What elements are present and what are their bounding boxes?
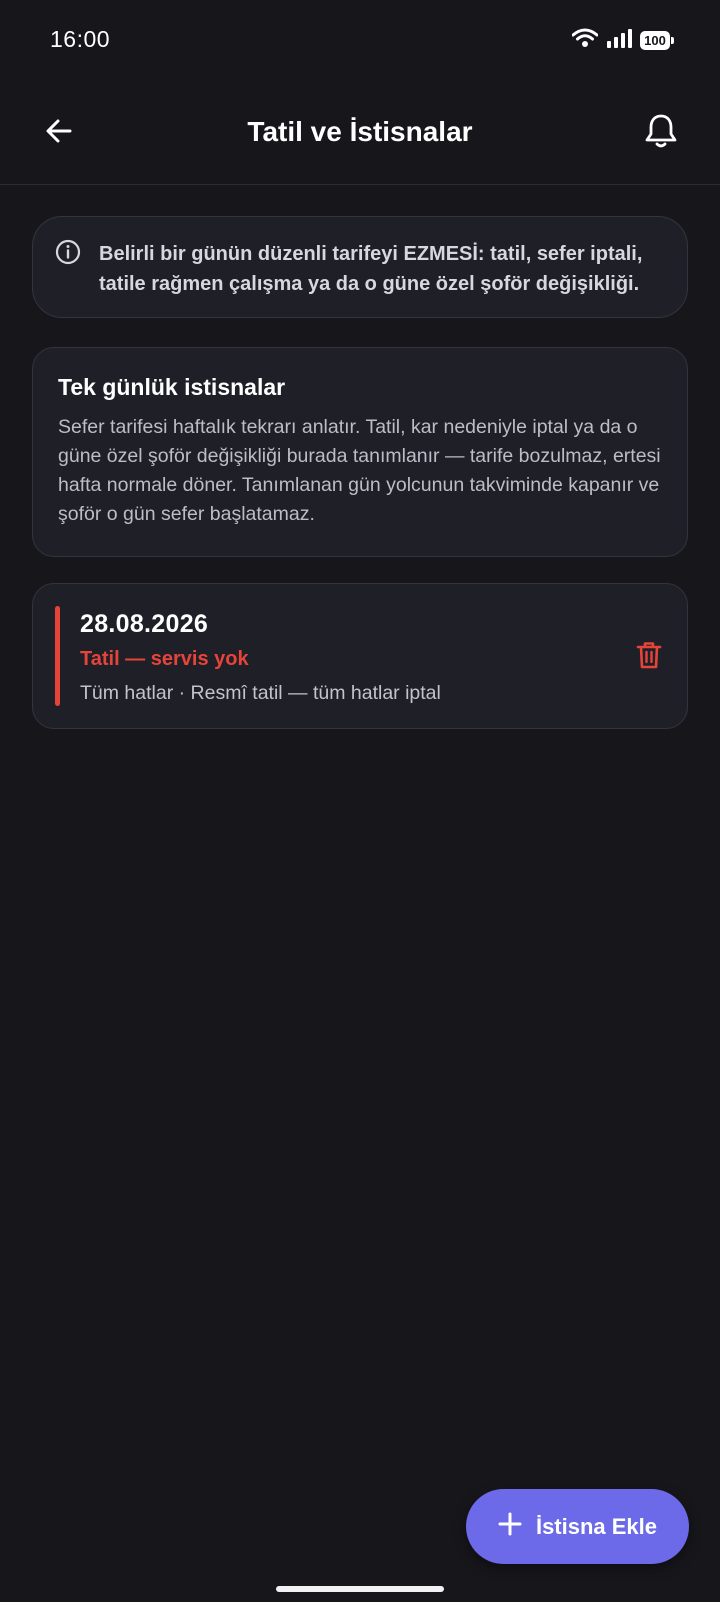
info-icon	[55, 239, 81, 270]
description-card: Tek günlük istisnalar Sefer tarifesi haf…	[32, 347, 688, 557]
add-exception-button[interactable]: İstisna Ekle	[466, 1489, 689, 1564]
battery-icon: 100	[640, 31, 674, 50]
status-bar: 16:00 100	[0, 0, 720, 84]
trash-icon	[636, 640, 662, 675]
status-icons: 100	[571, 28, 674, 53]
info-banner: Belirli bir günün düzenli tarifeyi EZMES…	[32, 216, 688, 318]
exception-type: Tatil — servis yok	[80, 648, 249, 670]
page-title: Tatil ve İstisnalar	[247, 116, 473, 147]
notifications-button[interactable]	[638, 110, 684, 156]
app-header: Tatil ve İstisnalar	[0, 84, 720, 185]
delete-exception-button[interactable]	[631, 638, 667, 676]
info-text: Belirli bir günün düzenli tarifeyi EZMES…	[99, 243, 643, 295]
wifi-icon	[571, 28, 599, 53]
exception-accent-bar	[55, 606, 60, 706]
bell-icon	[644, 113, 678, 154]
signal-icon	[606, 28, 632, 53]
add-exception-label: İstisna Ekle	[535, 1513, 658, 1539]
exception-date: 28.08.2026	[80, 610, 209, 638]
description-body: Sefer tarifesi haftalık tekrarı anlatır.…	[58, 416, 661, 525]
exception-detail: Tüm hatlar · Resmî tatil — tüm hatlar ip…	[80, 682, 441, 704]
status-time: 16:00	[50, 26, 111, 52]
home-indicator[interactable]	[276, 1586, 444, 1592]
description-title: Tek günlük istisnalar	[58, 374, 286, 400]
exception-card[interactable]: 28.08.2026 Tatil — servis yok Tüm hatlar…	[32, 583, 688, 729]
plus-icon	[498, 1512, 522, 1541]
